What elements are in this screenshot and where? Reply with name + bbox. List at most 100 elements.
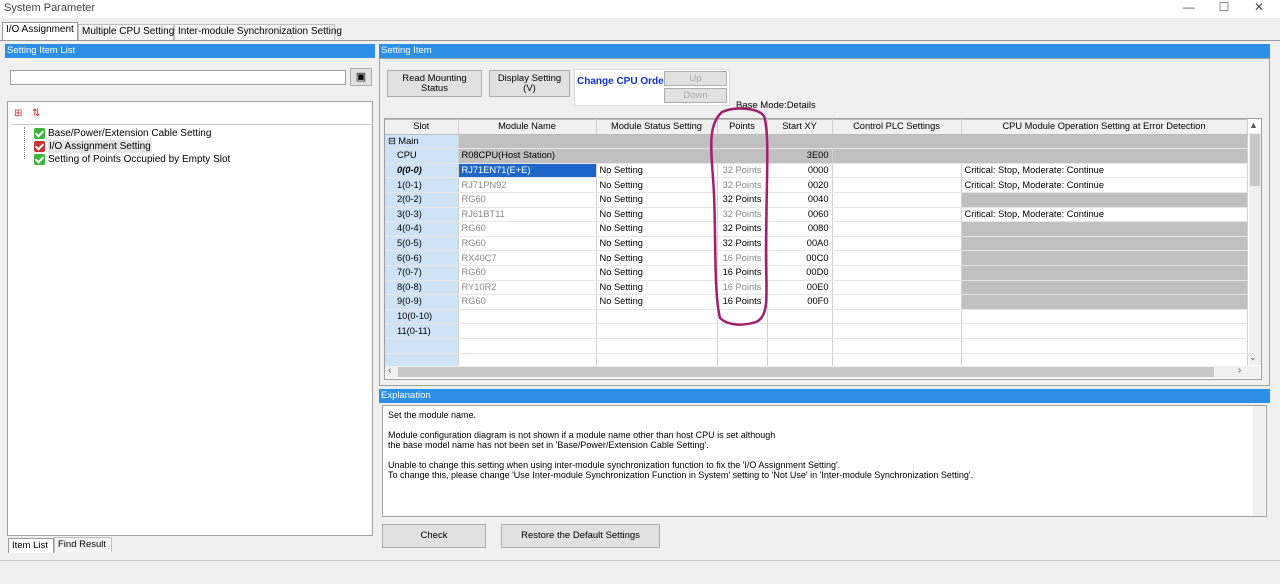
table-row[interactable]: 8(0-8) RY10R2 No Setting 16 Points 00E0 bbox=[385, 280, 1248, 296]
module-name-cell[interactable]: RJ71PN92 bbox=[458, 177, 597, 193]
module-name-cell[interactable] bbox=[458, 323, 597, 339]
module-status-cell[interactable]: No Setting bbox=[596, 236, 718, 252]
column-header-module-status[interactable]: Module Status Setting bbox=[596, 119, 718, 135]
module-name-cell[interactable]: RY10R2 bbox=[458, 280, 597, 296]
module-status-cell[interactable] bbox=[596, 309, 718, 325]
binoculars-search-button[interactable]: ▣ bbox=[350, 68, 372, 86]
tree-item-base-power[interactable]: Base/Power/Extension Cable Setting bbox=[34, 127, 211, 140]
module-status-cell[interactable]: No Setting bbox=[596, 250, 718, 266]
column-header-slot[interactable]: Slot bbox=[385, 119, 459, 135]
close-button[interactable]: ✕ bbox=[1244, 0, 1274, 16]
scroll-left-arrow-icon[interactable]: ‹ bbox=[388, 365, 391, 376]
control-plc-cell[interactable] bbox=[832, 177, 962, 193]
slot-cell[interactable]: 2(0-2) bbox=[385, 192, 459, 208]
module-name-cell[interactable]: RJ61BT11 bbox=[458, 207, 597, 223]
scroll-right-arrow-icon[interactable]: › bbox=[1238, 365, 1241, 376]
slot-cell[interactable]: 7(0-7) bbox=[385, 265, 459, 281]
table-row[interactable]: 0(0-0) RJ71EN71(E+E) No Setting 32 Points 00… bbox=[385, 163, 1248, 179]
cpu-error-setting-cell[interactable] bbox=[961, 221, 1248, 237]
slot-cell[interactable]: 11(0-11) bbox=[385, 323, 459, 339]
down-button[interactable]: Down bbox=[664, 88, 727, 103]
check-button[interactable]: Check bbox=[382, 524, 486, 548]
cpu-error-setting-cell[interactable] bbox=[961, 250, 1248, 266]
column-header-cpu-error[interactable]: CPU Module Operation Setting at Error De… bbox=[961, 119, 1248, 135]
sort-icon[interactable]: ⇅ bbox=[32, 108, 46, 120]
cpu-error-setting-cell[interactable] bbox=[961, 192, 1248, 208]
expand-all-icon[interactable]: ⊞ bbox=[14, 108, 24, 120]
table-row[interactable]: 5(0-5) RG60 No Setting 32 Points 00A0 bbox=[385, 236, 1248, 252]
table-row[interactable]: 7(0-7) RG60 No Setting 16 Points 00D0 bbox=[385, 265, 1248, 281]
module-name-cell[interactable]: RG60 bbox=[458, 294, 597, 310]
module-name-cell[interactable]: RG60 bbox=[458, 192, 597, 208]
slot-cell[interactable]: 10(0-10) bbox=[385, 309, 459, 325]
cpu-error-setting-cell[interactable] bbox=[961, 323, 1248, 339]
module-status-cell[interactable]: No Setting bbox=[596, 265, 718, 281]
tab-io-assignment[interactable]: I/O Assignment bbox=[2, 22, 78, 40]
module-status-cell[interactable]: No Setting bbox=[596, 221, 718, 237]
control-plc-cell[interactable] bbox=[832, 163, 962, 179]
slot-cell[interactable]: 4(0-4) bbox=[385, 221, 459, 237]
horizontal-scroll-thumb[interactable] bbox=[398, 367, 1214, 377]
slot-cell[interactable]: 0(0-0) bbox=[385, 163, 459, 179]
restore-default-settings-button[interactable]: Restore the Default Settings bbox=[501, 524, 660, 548]
maximize-button[interactable]: ☐ bbox=[1209, 0, 1239, 16]
table-row[interactable]: 3(0-3) RJ61BT11 No Setting 32 Points 0060 Cri… bbox=[385, 207, 1248, 223]
cpu-error-setting-cell[interactable]: Critical: Stop, Moderate: Continue bbox=[961, 177, 1248, 193]
control-plc-cell[interactable] bbox=[832, 294, 962, 310]
module-name-cell[interactable] bbox=[458, 309, 597, 325]
cpu-error-setting-cell[interactable]: Critical: Stop, Moderate: Continue bbox=[961, 163, 1248, 179]
slot-cell[interactable]: 6(0-6) bbox=[385, 250, 459, 266]
module-status-cell[interactable]: No Setting bbox=[596, 177, 718, 193]
table-row[interactable]: 6(0-6) RX40C7 No Setting 16 Points 00C0 bbox=[385, 250, 1248, 266]
tab-find-result[interactable]: Find Result bbox=[54, 537, 112, 552]
table-row[interactable]: 10(0-10) bbox=[385, 309, 1248, 325]
scroll-up-arrow-icon[interactable]: ▲ bbox=[1249, 120, 1258, 130]
table-row[interactable]: 4(0-4) RG60 No Setting 32 Points 0080 bbox=[385, 221, 1248, 237]
vertical-scroll-thumb[interactable] bbox=[1250, 134, 1260, 186]
module-status-cell[interactable]: No Setting bbox=[596, 280, 718, 296]
cpu-error-setting-cell[interactable] bbox=[961, 265, 1248, 281]
table-row[interactable]: 2(0-2) RG60 No Setting 32 Points 0040 bbox=[385, 192, 1248, 208]
table-row[interactable]: 11(0-11) bbox=[385, 323, 1248, 339]
cpu-error-setting-cell[interactable] bbox=[961, 309, 1248, 325]
cpu-error-setting-cell[interactable] bbox=[961, 280, 1248, 296]
cpu-error-setting-cell[interactable] bbox=[961, 236, 1248, 252]
up-button[interactable]: Up bbox=[664, 71, 727, 86]
module-name-cell[interactable]: RX40C7 bbox=[458, 250, 597, 266]
module-status-cell[interactable]: No Setting bbox=[596, 192, 718, 208]
cpu-error-setting-cell[interactable] bbox=[961, 294, 1248, 310]
tab-inter-module-sync[interactable]: Inter-module Synchronization Setting bbox=[174, 24, 342, 40]
tree-item-io-assignment[interactable]: I/O Assignment Setting bbox=[34, 140, 152, 153]
module-name-cell[interactable]: RJ71EN71(E+E) bbox=[458, 163, 597, 179]
module-name-cell[interactable]: RG60 bbox=[458, 221, 597, 237]
column-header-control-plc[interactable]: Control PLC Settings bbox=[832, 119, 962, 135]
slot-cell[interactable]: 5(0-5) bbox=[385, 236, 459, 252]
control-plc-cell[interactable] bbox=[832, 207, 962, 223]
control-plc-cell[interactable] bbox=[832, 323, 962, 339]
scroll-down-arrow-icon[interactable]: ⌄ bbox=[1249, 352, 1257, 363]
minimize-button[interactable]: — bbox=[1174, 0, 1204, 16]
module-status-cell[interactable]: No Setting bbox=[596, 207, 718, 223]
slot-cell[interactable]: 1(0-1) bbox=[385, 177, 459, 193]
slot-cell[interactable]: 9(0-9) bbox=[385, 294, 459, 310]
tab-multiple-cpu-setting[interactable]: Multiple CPU Setting bbox=[78, 24, 174, 40]
cpu-error-setting-cell[interactable]: Critical: Stop, Moderate: Continue bbox=[961, 207, 1248, 223]
column-header-module-name[interactable]: Module Name bbox=[458, 119, 597, 135]
search-input[interactable] bbox=[10, 70, 346, 85]
display-setting-button[interactable]: Display Setting (V) bbox=[489, 70, 570, 97]
control-plc-cell[interactable] bbox=[832, 236, 962, 252]
table-row[interactable]: 9(0-9) RG60 No Setting 16 Points 00F0 bbox=[385, 294, 1248, 310]
control-plc-cell[interactable] bbox=[832, 221, 962, 237]
control-plc-cell[interactable] bbox=[832, 250, 962, 266]
explanation-scrollbar[interactable] bbox=[1253, 406, 1265, 516]
module-status-cell[interactable] bbox=[596, 323, 718, 339]
module-status-cell[interactable]: No Setting bbox=[596, 163, 718, 179]
control-plc-cell[interactable] bbox=[832, 309, 962, 325]
tree-item-empty-slot[interactable]: Setting of Points Occupied by Empty Slot bbox=[34, 153, 230, 166]
slot-cell[interactable]: 3(0-3) bbox=[385, 207, 459, 223]
module-name-cell[interactable]: RG60 bbox=[458, 236, 597, 252]
control-plc-cell[interactable] bbox=[832, 280, 962, 296]
module-name-cell[interactable]: RG60 bbox=[458, 265, 597, 281]
tab-item-list[interactable]: Item List bbox=[8, 538, 54, 553]
read-mounting-status-button[interactable]: Read Mounting Status bbox=[387, 70, 482, 97]
